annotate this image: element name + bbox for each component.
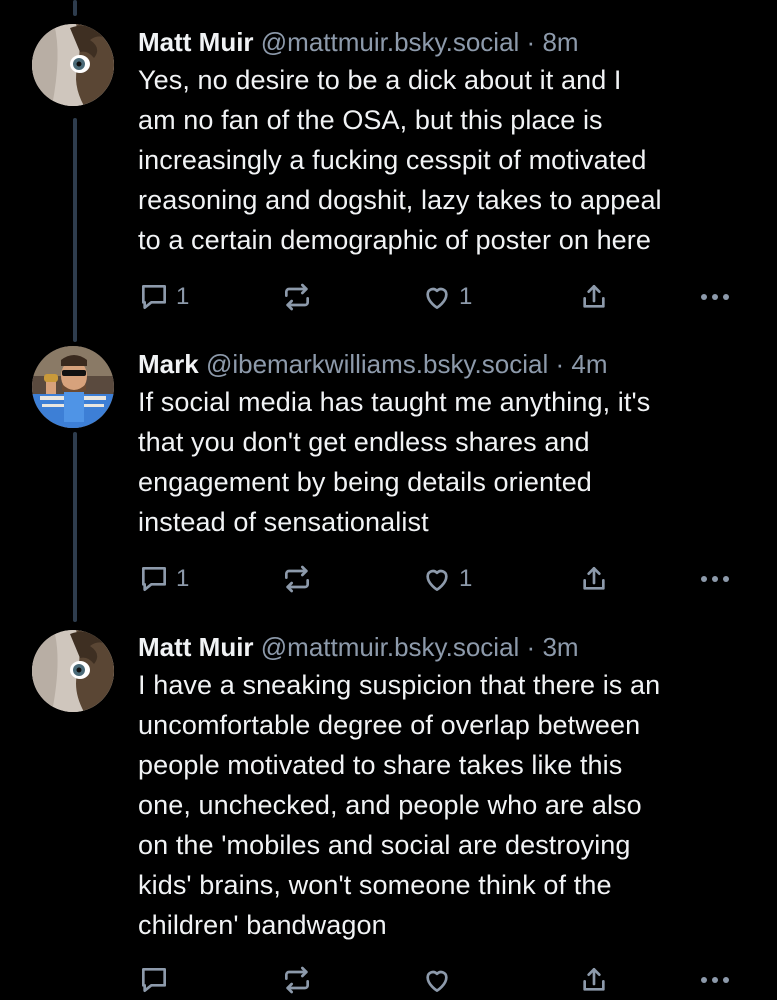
post-text-line: increasingly a fucking cesspit of motiva… — [138, 145, 647, 175]
avatar-image — [32, 346, 114, 428]
reply-button[interactable] — [138, 962, 176, 998]
like-count: 1 — [459, 283, 473, 310]
post-text: I have a sneaking suspicion that there i… — [138, 665, 758, 945]
separator: · — [526, 632, 536, 662]
like-icon — [426, 569, 448, 591]
share-button[interactable] — [578, 561, 610, 597]
reply-icon — [142, 285, 166, 309]
like-count: 1 — [459, 565, 473, 592]
display-name[interactable]: Matt Muir — [138, 632, 254, 662]
post-text-line: that you don't get endless shares and — [138, 427, 590, 457]
post-text-line: engagement by being details oriented — [138, 467, 592, 497]
handle[interactable]: @mattmuir.bsky.social — [261, 632, 520, 662]
post-text-line: reasoning and dogshit, lazy takes to app… — [138, 185, 662, 215]
display-name[interactable]: Mark — [138, 349, 199, 379]
more-options-button[interactable] — [696, 279, 734, 315]
post-header: Matt Muir @mattmuir.bsky.social · 8m — [138, 24, 758, 60]
more-icon — [701, 977, 729, 983]
more-icon — [701, 294, 729, 300]
post-text-line: If social media has taught me anything, … — [138, 387, 651, 417]
share-button[interactable] — [578, 962, 610, 998]
display-name[interactable]: Matt Muir — [138, 27, 254, 57]
like-button[interactable]: 1 — [421, 279, 472, 315]
post-text-line: am no fan of the OSA, but this place is — [138, 105, 603, 135]
repost-icon — [285, 283, 309, 311]
timestamp[interactable]: 8m — [542, 27, 578, 57]
post-text-line: kids' brains, won't someone think of the — [138, 870, 612, 900]
post-text-line: on the 'mobiles and social are destroyin… — [138, 830, 631, 860]
avatar-image — [32, 630, 114, 712]
post-text-line: one, unchecked, and people who are also — [138, 790, 642, 820]
post-header: Mark @ibemarkwilliams.bsky.social · 4m — [138, 346, 758, 382]
post-text-line: Yes, no desire to be a dick about it and… — [138, 65, 622, 95]
post-text-line: uncomfortable degree of overlap between — [138, 710, 641, 740]
more-icon — [701, 576, 729, 582]
avatar-image — [32, 24, 114, 106]
avatar-matt-muir[interactable] — [32, 24, 114, 106]
reply-icon — [142, 567, 166, 591]
post-text: If social media has taught me anything, … — [138, 382, 758, 542]
avatar-matt-muir[interactable] — [32, 630, 114, 712]
reply-button[interactable]: 1 — [138, 561, 189, 597]
post-text-line: I have a sneaking suspicion that there i… — [138, 670, 661, 700]
share-icon — [583, 567, 605, 590]
reply-count: 1 — [176, 283, 190, 310]
share-button[interactable] — [578, 279, 610, 315]
like-button[interactable]: 1 — [421, 561, 472, 597]
post-text-line: instead of sensationalist — [138, 507, 429, 537]
post-text-line: to a certain demographic of poster on he… — [138, 225, 652, 255]
post-text: Yes, no desire to be a dick about it and… — [138, 60, 758, 260]
handle[interactable]: @ibemarkwilliams.bsky.social — [206, 349, 548, 379]
share-icon — [583, 968, 605, 991]
thread-connector-line — [73, 118, 77, 342]
reply-count: 1 — [176, 565, 190, 592]
more-options-button[interactable] — [696, 962, 734, 998]
timestamp[interactable]: 4m — [571, 349, 607, 379]
post-text-line: children' bandwagon — [138, 910, 387, 940]
thread-connector-line — [73, 432, 77, 622]
like-icon — [426, 287, 448, 309]
separator: · — [526, 27, 536, 57]
separator: · — [555, 349, 565, 379]
thread-connector-line — [73, 0, 77, 16]
like-button[interactable] — [421, 962, 459, 998]
post-actions: 1 1 — [138, 561, 738, 597]
repost-button[interactable] — [281, 561, 319, 597]
more-options-button[interactable] — [696, 561, 734, 597]
repost-button[interactable] — [281, 962, 319, 998]
timestamp[interactable]: 3m — [542, 632, 578, 662]
repost-icon — [285, 966, 309, 994]
repost-button[interactable] — [281, 279, 319, 315]
post-actions — [138, 962, 738, 998]
like-icon — [426, 970, 448, 992]
post-header: Matt Muir @mattmuir.bsky.social · 3m — [138, 629, 758, 665]
avatar-mark[interactable] — [32, 346, 114, 428]
repost-icon — [285, 565, 309, 593]
handle[interactable]: @mattmuir.bsky.social — [261, 27, 520, 57]
reply-button[interactable]: 1 — [138, 279, 189, 315]
thread: Matt Muir @mattmuir.bsky.social · 8m Yes… — [0, 0, 777, 1000]
post-actions: 1 1 — [138, 279, 738, 315]
post-text-line: people motivated to share takes like thi… — [138, 750, 623, 780]
share-icon — [583, 285, 605, 308]
reply-icon — [142, 968, 166, 992]
